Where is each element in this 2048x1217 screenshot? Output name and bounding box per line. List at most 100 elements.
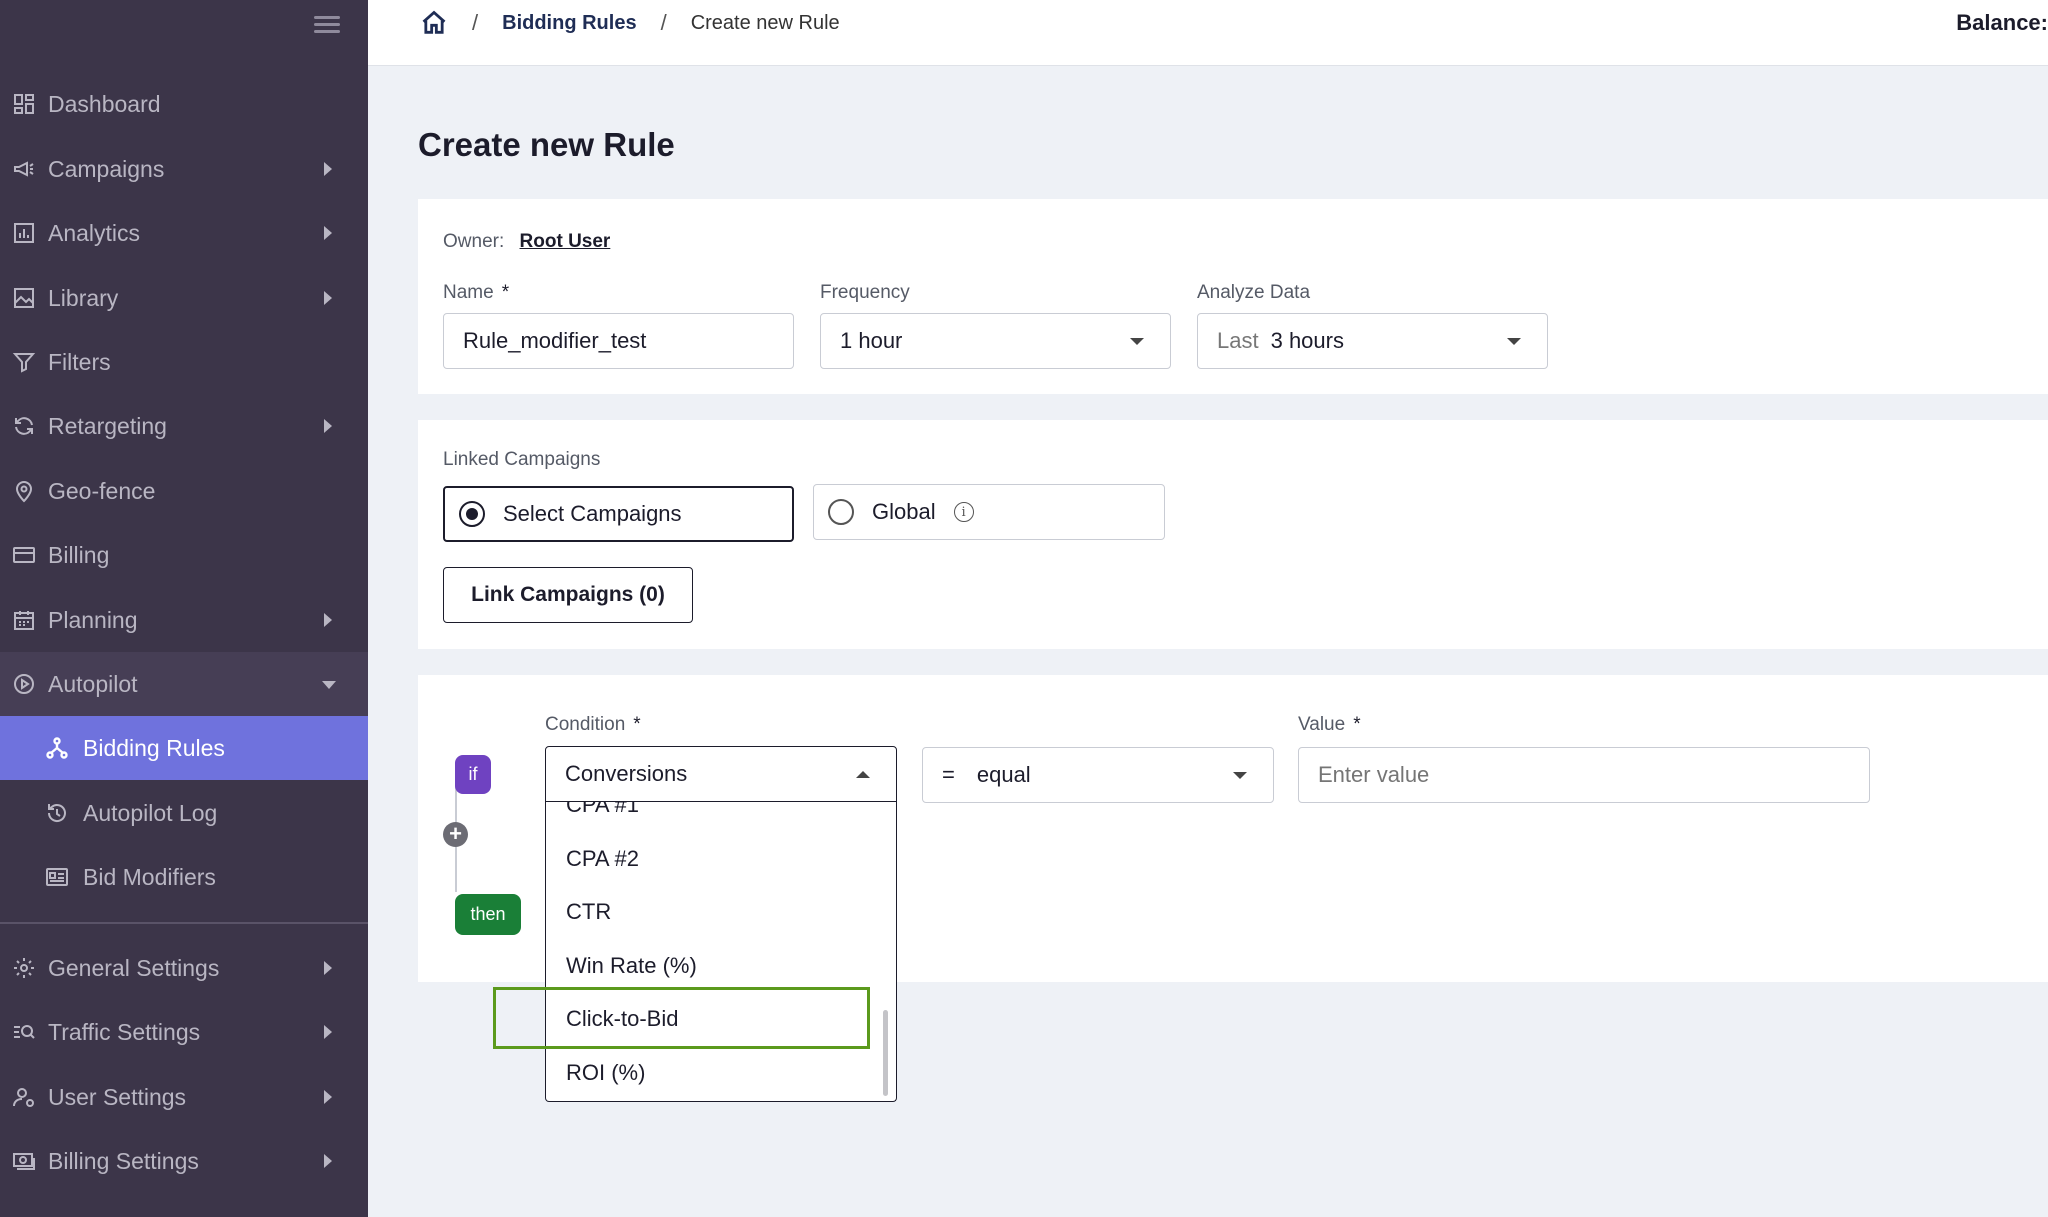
value-label-text: Value <box>1298 714 1346 735</box>
money-icon <box>12 1149 36 1173</box>
sidebar-item-label: Billing <box>48 541 110 568</box>
option-cpa-1[interactable]: CPA #1 <box>566 802 639 818</box>
name-field[interactable]: Rule_modifier_test <box>443 313 794 369</box>
sidebar-item-planning[interactable]: Planning <box>0 588 368 652</box>
link-campaigns-button[interactable]: Link Campaigns (0) <box>443 567 693 623</box>
highlight-box <box>493 987 870 1049</box>
radio-selected-icon <box>459 501 485 527</box>
condition-select[interactable]: Conversions <box>545 746 897 802</box>
home-icon[interactable] <box>420 9 448 37</box>
chevron-right-icon <box>324 613 332 627</box>
if-tag: if <box>455 755 491 794</box>
sidebar-item-library[interactable]: Library <box>0 266 368 330</box>
sidebar-item-label: Bid Modifiers <box>83 863 216 890</box>
sidebar-item-label: User Settings <box>48 1083 187 1110</box>
chevron-right-icon <box>324 226 332 240</box>
chevron-right-icon <box>324 419 332 433</box>
filter-icon <box>12 350 36 374</box>
owner-label: Owner: <box>443 231 505 252</box>
user-gear-icon <box>12 1085 36 1109</box>
select-campaigns-option[interactable]: Select Campaigns <box>443 486 794 542</box>
sidebar: Dashboard Campaigns Analytics Library Fi… <box>0 0 368 1217</box>
sidebar-item-label: Planning <box>48 606 138 633</box>
sidebar-item-billing[interactable]: Billing <box>0 523 368 587</box>
sidebar-item-user-settings[interactable]: User Settings <box>0 1065 368 1129</box>
condition-dropdown: CPA #1 CPA #2 CTR Win Rate (%) Click-to-… <box>545 802 897 1102</box>
megaphone-icon <box>12 157 36 181</box>
gear-icon <box>12 956 36 980</box>
sidebar-item-autopilot-log[interactable]: Autopilot Log <box>0 781 368 845</box>
linked-campaigns-label: Linked Campaigns <box>443 449 601 470</box>
sidebar-item-bid-modifiers[interactable]: Bid Modifiers <box>0 845 368 909</box>
sidebar-item-label: Campaigns <box>48 155 165 182</box>
dropdown-scrollbar[interactable] <box>883 1010 888 1096</box>
sidebar-item-retargeting[interactable]: Retargeting <box>0 394 368 458</box>
sidebar-item-autopilot[interactable]: Autopilot <box>0 652 368 716</box>
chevron-right-icon <box>324 1090 332 1104</box>
sidebar-item-label: Filters <box>48 348 111 375</box>
analyze-data-select[interactable]: Last 3 hours <box>1197 313 1548 369</box>
breadcrumb-separator: / <box>660 10 667 35</box>
analyze-data-label: Analyze Data <box>1197 282 1311 303</box>
option-ctr[interactable]: CTR <box>566 899 611 925</box>
owner-link[interactable]: Root User <box>520 231 611 252</box>
refresh-icon <box>12 414 36 438</box>
sidebar-item-label: Traffic Settings <box>48 1018 201 1045</box>
global-option[interactable]: Global i <box>813 484 1165 540</box>
breadcrumb-separator: / <box>472 10 479 35</box>
breadcrumb-current: Create new Rule <box>690 11 840 34</box>
sidebar-item-billing-settings[interactable]: Billing Settings <box>0 1129 368 1193</box>
condition-value: Conversions <box>565 761 688 786</box>
condition-label: Condition * <box>545 714 641 736</box>
sidebar-item-bidding-rules[interactable]: Bidding Rules <box>0 716 368 780</box>
play-circle-icon <box>12 672 36 696</box>
chevron-right-icon <box>324 1025 332 1039</box>
breadcrumb-bidding-rules[interactable]: Bidding Rules <box>502 12 636 35</box>
owner-row: Owner: Root User <box>443 231 610 253</box>
sidebar-item-geo-fence[interactable]: Geo-fence <box>0 459 368 523</box>
menu-icon[interactable] <box>314 16 340 34</box>
option-win-rate[interactable]: Win Rate (%) <box>566 953 697 979</box>
image-icon <box>12 286 36 310</box>
frequency-select[interactable]: 1 hour <box>820 313 1171 369</box>
sidebar-item-label: Bidding Rules <box>83 734 225 761</box>
chevron-right-icon <box>324 1154 332 1168</box>
value-input[interactable] <box>1298 747 1870 803</box>
required-mark: * <box>633 714 641 735</box>
operator-value: equal <box>976 762 1031 787</box>
calendar-icon <box>12 608 36 632</box>
option-roi[interactable]: ROI (%) <box>566 1060 645 1086</box>
sidebar-item-label: Analytics <box>48 219 141 246</box>
sidebar-item-general-settings[interactable]: General Settings <box>0 936 368 1000</box>
sidebar-item-label: Dashboard <box>48 90 161 117</box>
map-pin-icon <box>12 479 36 503</box>
operator-select[interactable]: = equal <box>922 747 1274 803</box>
name-label: Name * <box>443 282 509 304</box>
global-label: Global <box>872 499 936 524</box>
bar-chart-icon <box>12 221 36 245</box>
top-bar: / Bidding Rules / Create new Rule Balanc… <box>368 0 2048 66</box>
sidebar-item-filters[interactable]: Filters <box>0 330 368 394</box>
chevron-right-icon <box>324 162 332 176</box>
sidebar-item-campaigns[interactable]: Campaigns <box>0 137 368 201</box>
option-cpa-2[interactable]: CPA #2 <box>566 846 639 872</box>
name-label-text: Name <box>443 282 494 303</box>
breadcrumb: / Bidding Rules / Create new Rule <box>420 8 840 38</box>
sidebar-divider <box>0 922 368 924</box>
sidebar-item-traffic-settings[interactable]: Traffic Settings <box>0 1000 368 1064</box>
radio-unselected-icon <box>828 499 854 525</box>
sidebar-item-label: Retargeting <box>48 412 167 439</box>
caret-up-icon <box>856 771 870 778</box>
share-nodes-icon <box>45 736 69 760</box>
frequency-value: 1 hour <box>840 328 903 353</box>
sidebar-item-label: Billing Settings <box>48 1147 199 1174</box>
required-mark: * <box>1353 714 1361 735</box>
required-mark: * <box>501 282 510 303</box>
id-card-icon <box>45 865 69 889</box>
sidebar-item-analytics[interactable]: Analytics <box>0 201 368 265</box>
sidebar-item-label: Autopilot Log <box>83 799 218 826</box>
condition-label-text: Condition <box>545 714 626 735</box>
info-icon[interactable]: i <box>953 502 974 522</box>
add-condition-icon[interactable]: + <box>443 822 468 847</box>
sidebar-item-dashboard[interactable]: Dashboard <box>0 72 368 136</box>
